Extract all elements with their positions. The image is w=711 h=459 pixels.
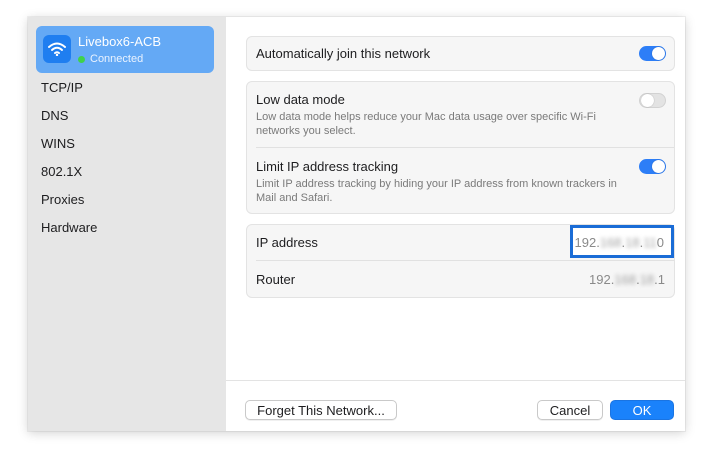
sidebar-item-dns[interactable]: DNS: [41, 108, 68, 123]
auto-join-toggle[interactable]: [639, 46, 666, 61]
wifi-icon: [43, 35, 71, 63]
low-data-toggle[interactable]: [639, 93, 666, 108]
ip-address-label: IP address: [256, 235, 318, 250]
cancel-button[interactable]: Cancel: [537, 400, 603, 420]
sidebar: Livebox6-ACB Connected TCP/IP DNS WINS 8…: [28, 17, 227, 431]
router-suffix: .1: [654, 272, 665, 287]
toggle-knob: [641, 94, 654, 107]
limit-ip-description: Limit IP address tracking by hiding your…: [256, 178, 617, 204]
limit-ip-toggle[interactable]: [639, 159, 666, 174]
toggle-knob: [652, 160, 665, 173]
sidebar-item-tcpip[interactable]: TCP/IP: [41, 80, 83, 95]
connected-dot-icon: [78, 55, 85, 63]
limit-ip-label: Limit IP address tracking: [256, 159, 399, 174]
ip-masked-octet: 168: [599, 235, 622, 250]
divider: [256, 260, 674, 261]
connection-status: Connected: [78, 53, 143, 65]
sidebar-item-hardware[interactable]: Hardware: [41, 220, 97, 235]
ip-highlight-box: 192.168.18.110: [570, 225, 674, 258]
router-value: 192.168.18.1: [589, 272, 665, 287]
divider: [256, 147, 674, 148]
ok-button[interactable]: OK: [610, 400, 674, 420]
ip-address-value: 192.168.18.110: [575, 235, 664, 250]
router-label: Router: [256, 272, 296, 287]
ip-prefix: 192.: [574, 235, 600, 250]
auto-join-group: Automatically join this network: [246, 36, 675, 71]
main-panel: Automatically join this network Low data…: [226, 17, 685, 431]
privacy-group: Low data mode Low data mode helps reduce…: [246, 81, 675, 214]
network-settings-window: Livebox6-ACB Connected TCP/IP DNS WINS 8…: [28, 17, 685, 431]
router-masked-octet: 18: [639, 272, 655, 287]
sidebar-item-network[interactable]: Livebox6-ACB Connected: [36, 26, 214, 73]
ip-masked-octet: 11: [643, 235, 657, 250]
sidebar-item-proxies[interactable]: Proxies: [41, 192, 84, 207]
auto-join-label: Automatically join this network: [256, 46, 431, 61]
low-data-description: Low data mode helps reduce your Mac data…: [256, 111, 596, 137]
forget-network-button[interactable]: Forget This Network...: [245, 400, 397, 420]
ip-masked-octet: 18: [625, 235, 640, 250]
sidebar-item-wins[interactable]: WINS: [41, 136, 75, 151]
ip-suffix: 0: [656, 235, 664, 250]
router-masked-octet: 168: [614, 272, 637, 287]
toggle-knob: [652, 47, 665, 60]
footer-divider: [226, 380, 685, 381]
router-prefix: 192.: [589, 272, 615, 287]
low-data-label: Low data mode: [256, 92, 345, 107]
network-name: Livebox6-ACB: [78, 34, 162, 49]
sidebar-item-8021x[interactable]: 802.1X: [41, 164, 82, 179]
connection-status-text: Connected: [90, 53, 144, 65]
